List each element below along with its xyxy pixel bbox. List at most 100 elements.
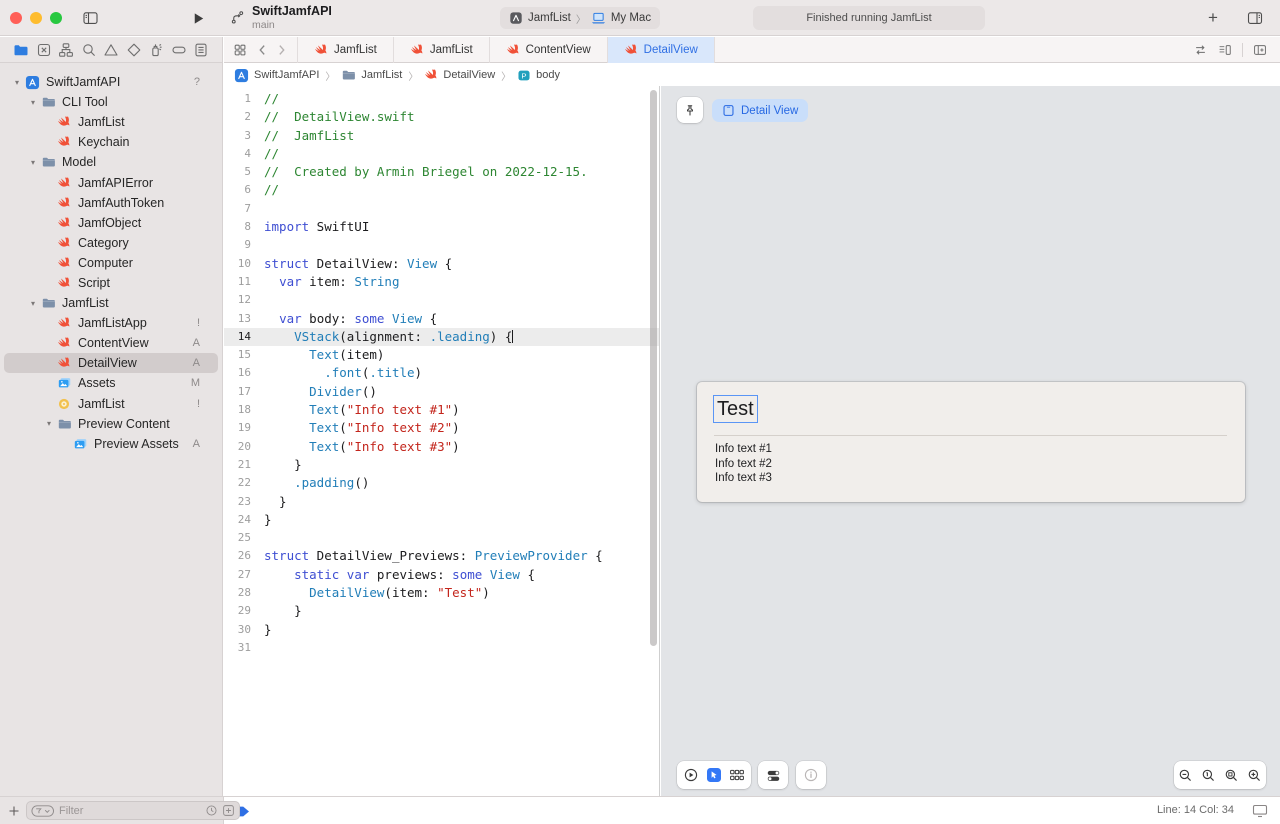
preview-device-pill[interactable]: Detail View — [712, 99, 808, 122]
line-number[interactable]: 22 — [224, 474, 264, 492]
related-items-grid-icon[interactable] — [233, 43, 247, 57]
line-number[interactable]: 16 — [224, 364, 264, 382]
line-number[interactable]: 23 — [224, 493, 264, 511]
navigator-symbols-icon[interactable] — [58, 42, 74, 58]
sidebar-item-jamfauthtoken[interactable]: JamfAuthToken — [4, 193, 218, 213]
code-line-16[interactable]: 16 .font(.title) — [224, 364, 659, 382]
line-number[interactable]: 7 — [224, 200, 264, 218]
editor-scrollbar[interactable] — [650, 90, 657, 646]
line-number[interactable]: 18 — [224, 401, 264, 419]
line-number[interactable]: 21 — [224, 456, 264, 474]
line-number[interactable]: 6 — [224, 181, 264, 199]
code-line-10[interactable]: 10struct DetailView: View { — [224, 255, 659, 273]
navigator-reports-icon[interactable] — [193, 42, 209, 58]
code-line-26[interactable]: 26struct DetailView_Previews: PreviewPro… — [224, 547, 659, 565]
sidebar-item-category[interactable]: Category — [4, 233, 218, 253]
disclosure-chevron-icon[interactable]: ▾ — [10, 78, 24, 87]
zoom-in-icon[interactable] — [1247, 768, 1262, 783]
sidebar-item-computer[interactable]: Computer — [4, 253, 218, 273]
line-number[interactable]: 31 — [224, 639, 264, 657]
source-editor[interactable]: 1//2// DetailView.swift3// JamfList4//5/… — [224, 86, 660, 796]
line-number[interactable]: 20 — [224, 438, 264, 456]
pin-preview-button[interactable] — [677, 97, 703, 123]
code-line-21[interactable]: 21 } — [224, 456, 659, 474]
code-line-7[interactable]: 7 — [224, 200, 659, 218]
code-line-15[interactable]: 15 Text(item) — [224, 346, 659, 364]
zoom-window-button[interactable] — [50, 12, 62, 24]
code-line-31[interactable]: 31 — [224, 639, 659, 657]
breadcrumb-body[interactable]: Pbody — [515, 69, 562, 82]
filter-field[interactable] — [26, 801, 240, 820]
line-number[interactable]: 10 — [224, 255, 264, 273]
line-number[interactable]: 27 — [224, 566, 264, 584]
tab-contentview[interactable]: ContentView — [490, 37, 608, 63]
tab-detailview[interactable]: DetailView — [608, 37, 715, 63]
disclosure-chevron-icon[interactable]: ▾ — [26, 299, 40, 308]
code-line-17[interactable]: 17 Divider() — [224, 383, 659, 401]
code-line-9[interactable]: 9 — [224, 236, 659, 254]
new-tab-button[interactable]: + — [1203, 8, 1223, 28]
sidebar-item-jamflist[interactable]: JamfList — [4, 112, 218, 132]
sidebar-item-jamfapierror[interactable]: JamfAPIError — [4, 172, 218, 192]
live-preview-card[interactable]: Test Info text #1Info text #2Info text #… — [697, 382, 1245, 502]
run-button[interactable] — [188, 8, 208, 28]
sidebar-item-swiftjamfapi[interactable]: ▾SwiftJamfAPI? — [4, 72, 218, 92]
sidebar-item-assets[interactable]: AssetsM — [4, 373, 218, 393]
breadcrumb-swiftjamfapi[interactable]: SwiftJamfAPI — [232, 68, 321, 83]
navigator-find-icon[interactable] — [81, 42, 97, 58]
code-line-6[interactable]: 6// — [224, 181, 659, 199]
navigator-debug-icon[interactable] — [148, 42, 164, 58]
display-icon[interactable] — [1252, 804, 1268, 818]
line-number[interactable]: 15 — [224, 346, 264, 364]
line-number[interactable]: 8 — [224, 218, 264, 236]
code-line-1[interactable]: 1// — [224, 90, 659, 108]
filter-input[interactable] — [59, 805, 201, 817]
navigator-issues-icon[interactable] — [103, 42, 119, 58]
sidebar-item-preview-content[interactable]: ▾Preview Content — [4, 414, 218, 434]
sidebar-item-script[interactable]: Script — [4, 273, 218, 293]
code-area[interactable]: 1//2// DetailView.swift3// JamfList4//5/… — [224, 86, 659, 657]
code-line-5[interactable]: 5// Created by Armin Briegel on 2022-12-… — [224, 163, 659, 181]
code-line-27[interactable]: 27 static var previews: some View { — [224, 566, 659, 584]
navigator-project-icon[interactable] — [13, 42, 29, 58]
tab-jamflist[interactable]: JamfList — [394, 37, 490, 63]
device-settings-button[interactable] — [758, 761, 788, 789]
sidebar-item-detailview[interactable]: DetailViewA — [4, 353, 218, 373]
sidebar-item-jamflistapp[interactable]: JamfListApp! — [4, 313, 218, 333]
code-line-2[interactable]: 2// DetailView.swift — [224, 108, 659, 126]
code-line-11[interactable]: 11 var item: String — [224, 273, 659, 291]
tab-jamflist[interactable]: JamfList — [298, 37, 394, 63]
code-line-23[interactable]: 23 } — [224, 493, 659, 511]
breadcrumb-detailview[interactable]: DetailView — [422, 68, 497, 82]
add-filter-icon[interactable] — [222, 804, 235, 817]
line-number[interactable]: 26 — [224, 547, 264, 565]
line-number[interactable]: 12 — [224, 291, 264, 309]
breadcrumb-jamflist[interactable]: JamfList — [339, 68, 404, 82]
selectable-mode-icon[interactable] — [706, 767, 722, 783]
code-line-29[interactable]: 29 } — [224, 602, 659, 620]
navigator-tests-icon[interactable] — [126, 42, 142, 58]
line-number[interactable]: 19 — [224, 419, 264, 437]
add-file-icon[interactable] — [8, 805, 20, 817]
line-number[interactable]: 2 — [224, 108, 264, 126]
code-line-24[interactable]: 24} — [224, 511, 659, 529]
code-line-12[interactable]: 12 — [224, 291, 659, 309]
add-editor-icon[interactable] — [1252, 43, 1268, 57]
sidebar-item-jamfobject[interactable]: JamfObject — [4, 213, 218, 233]
code-line-8[interactable]: 8import SwiftUI — [224, 218, 659, 236]
sidebar-item-cli-tool[interactable]: ▾CLI Tool — [4, 92, 218, 112]
disclosure-chevron-icon[interactable]: ▾ — [42, 419, 56, 428]
sidebar-item-preview-assets[interactable]: Preview AssetsA — [4, 434, 218, 454]
preview-inspect-button[interactable] — [796, 761, 826, 789]
line-number[interactable]: 3 — [224, 127, 264, 145]
disclosure-chevron-icon[interactable]: ▾ — [26, 98, 40, 107]
disclosure-chevron-icon[interactable]: ▾ — [26, 158, 40, 167]
sidebar-item-contentview[interactable]: ContentViewA — [4, 333, 218, 353]
preview-variants-icon[interactable] — [729, 767, 745, 783]
recent-files-clock-icon[interactable] — [205, 804, 218, 817]
project-title-block[interactable]: SwiftJamfAPI main — [230, 4, 332, 31]
code-line-4[interactable]: 4// — [224, 145, 659, 163]
line-number[interactable]: 29 — [224, 602, 264, 620]
line-number[interactable]: 4 — [224, 145, 264, 163]
line-number[interactable]: 28 — [224, 584, 264, 602]
